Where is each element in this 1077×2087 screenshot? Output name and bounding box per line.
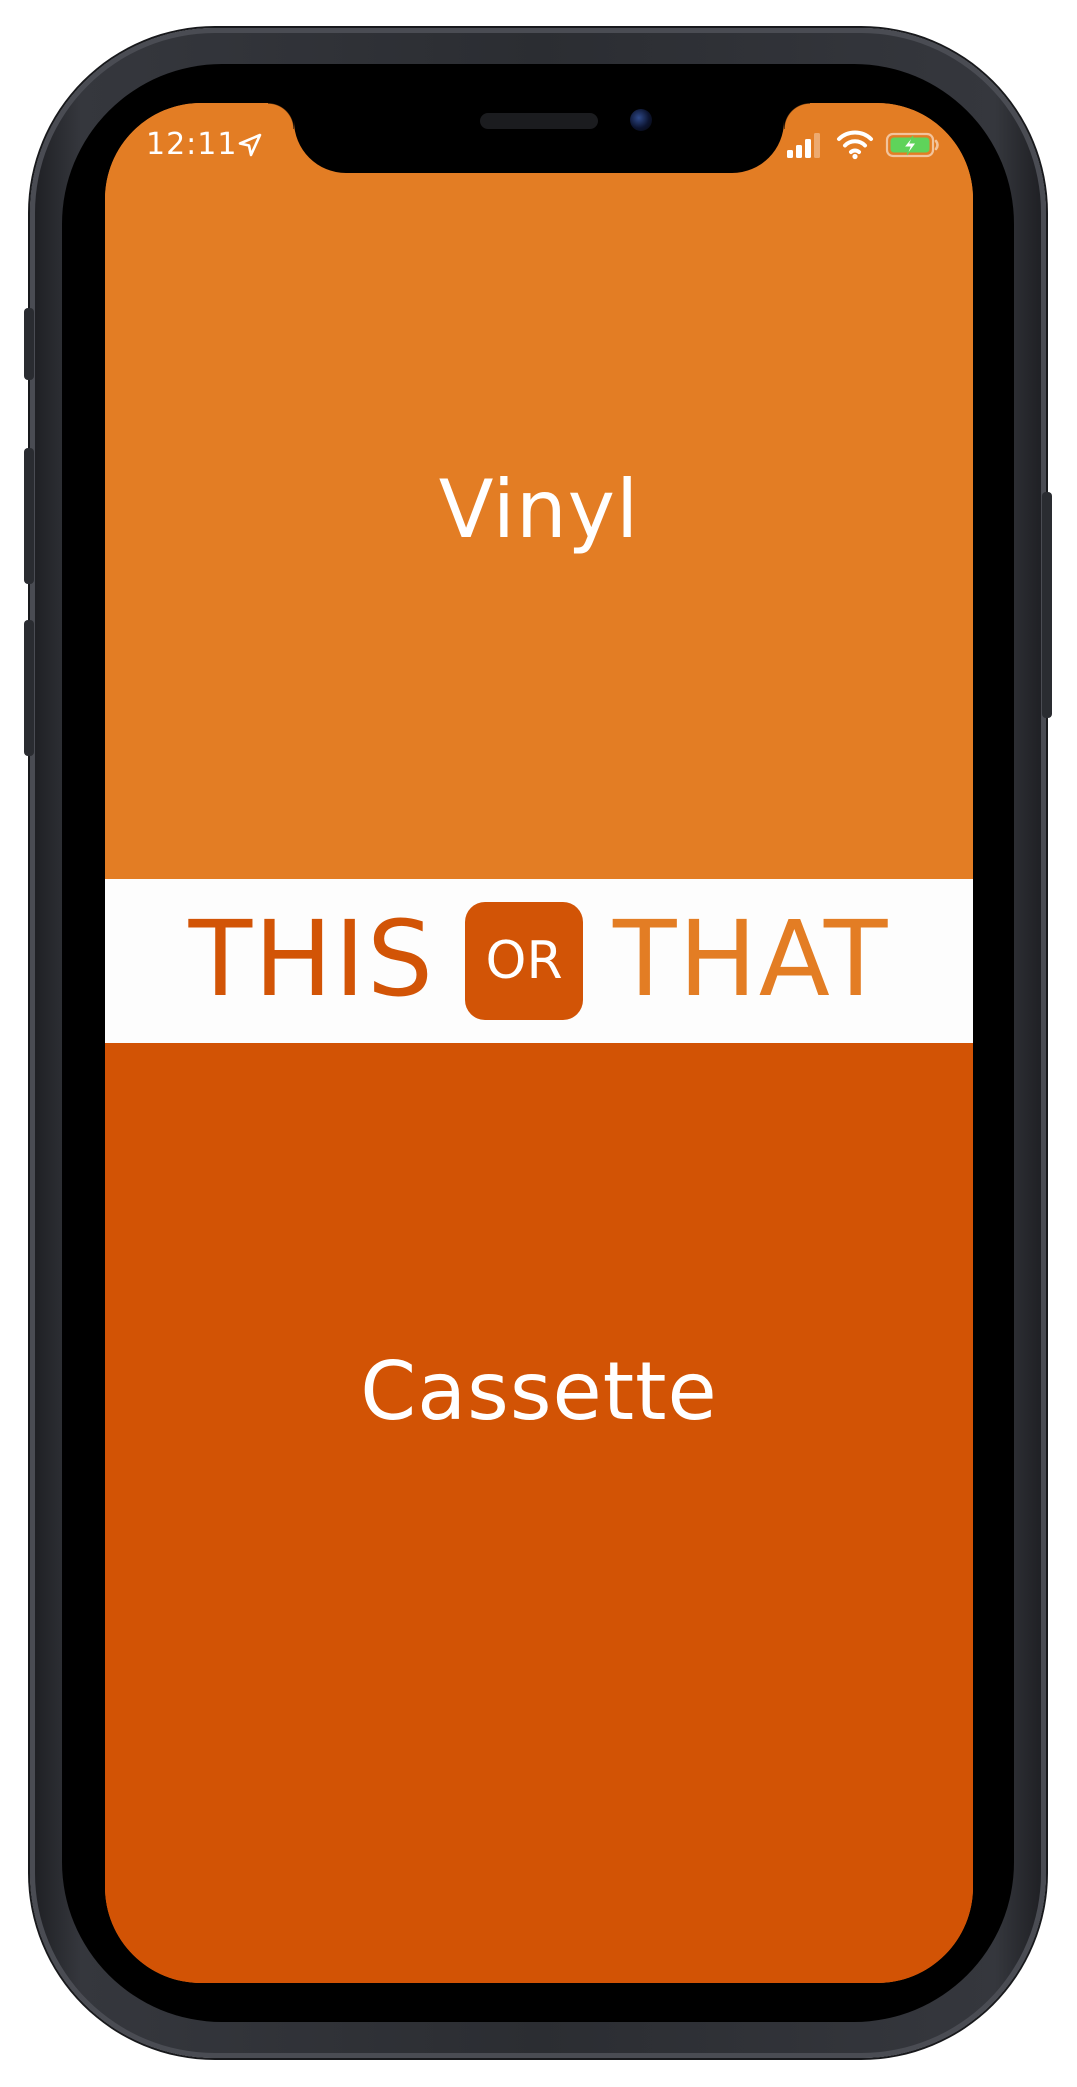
option-that-panel[interactable]: Cassette <box>105 1043 973 1983</box>
logo-that-word: THAT <box>613 898 890 1020</box>
silent-switch <box>24 308 34 380</box>
wifi-icon <box>837 130 873 160</box>
option-this-panel[interactable]: Vinyl <box>105 103 973 879</box>
battery-charging-icon <box>885 132 939 158</box>
location-arrow-icon <box>238 133 262 157</box>
earpiece-speaker <box>480 113 598 129</box>
volume-up-button <box>24 448 34 584</box>
status-bar-time: 12:11 <box>146 127 238 162</box>
logo-or-badge: OR <box>465 902 584 1020</box>
front-camera <box>630 109 652 131</box>
volume-down-button <box>24 620 34 756</box>
this-or-that-logo-banner: THIS OR THAT <box>105 879 973 1043</box>
power-button <box>1042 492 1052 718</box>
cellular-signal-icon <box>787 133 820 158</box>
logo-this-word: THIS <box>188 898 436 1020</box>
option-that-label: Cassette <box>360 1344 718 1438</box>
app-screen: Vinyl THIS OR THAT Cassette <box>105 103 973 1983</box>
option-this-label: Vinyl <box>438 462 640 556</box>
